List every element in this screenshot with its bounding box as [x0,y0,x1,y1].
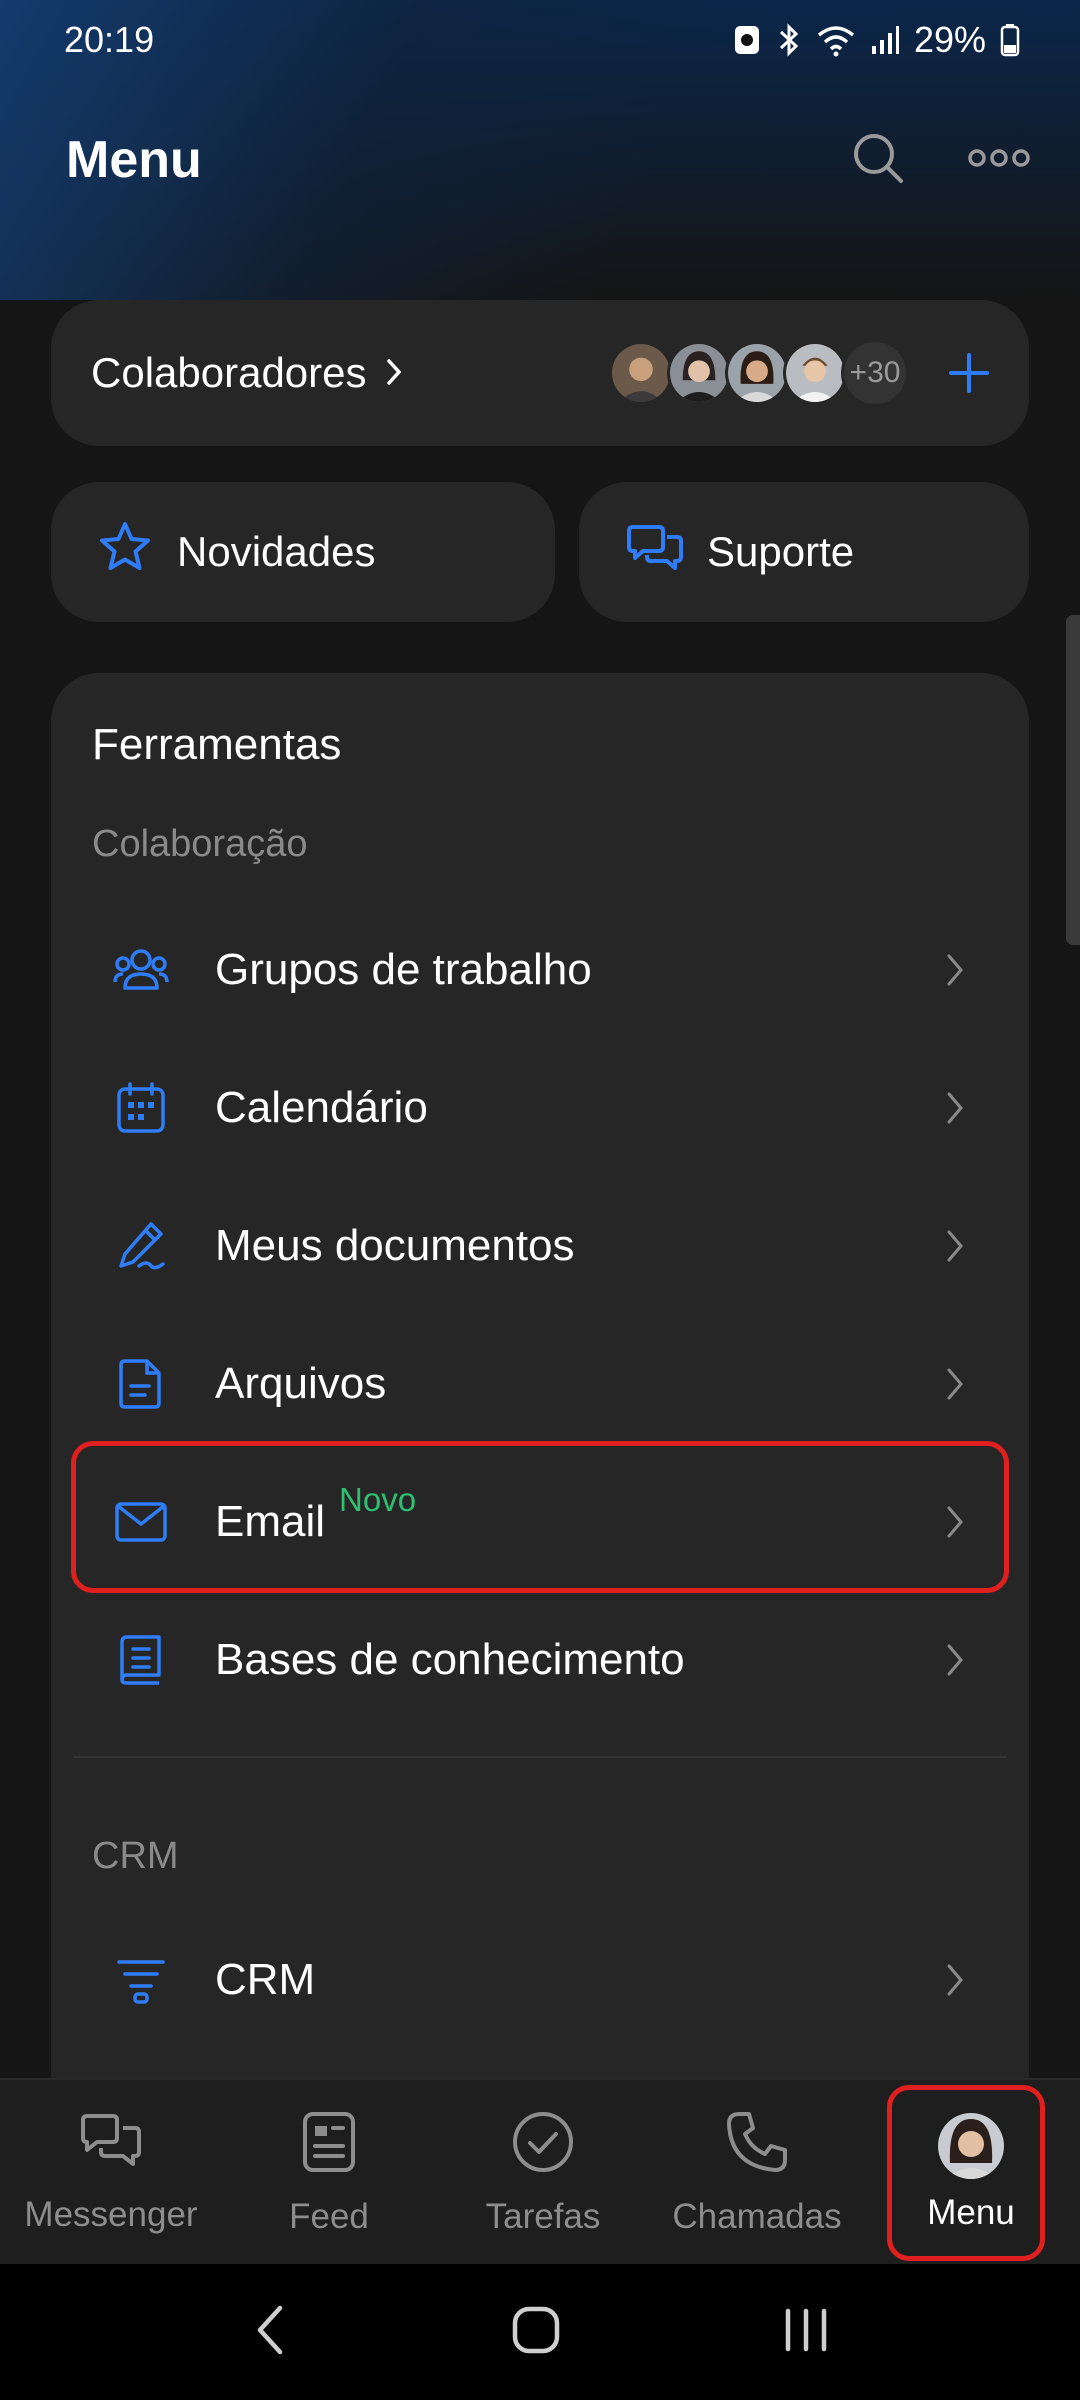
status-icons: 29% [732,19,1020,61]
chat-icon [79,2112,143,2181]
more-options-icon[interactable] [968,146,1030,175]
check-circle-icon [511,2110,575,2183]
menu-item-label: Calendário [215,1083,428,1132]
menu-item-label: Arquivos [215,1359,387,1408]
mail-icon [111,1492,171,1552]
nav-label: Messenger [24,2194,198,2234]
star-icon [97,519,153,585]
nav-feed[interactable]: Feed [222,2080,436,2266]
search-icon[interactable] [850,130,906,191]
chevron-right-icon [945,1642,965,1678]
chevron-right-icon [945,1504,965,1540]
avatar [609,341,673,405]
phone-icon [725,2110,789,2183]
chevron-right-icon [945,1090,965,1126]
nav-menu[interactable]: Menu [864,2080,1078,2266]
nav-tasks[interactable]: Tarefas [436,2080,650,2266]
recycle-icon [732,23,762,57]
nav-label: Feed [289,2196,369,2236]
collaborators-label: Colaboradores [91,349,367,396]
add-collaborator-button[interactable] [947,351,991,395]
bluetooth-icon [776,22,802,58]
section-divider [73,1756,1007,1758]
status-bar: 20:19 29% [0,0,1080,80]
plus-icon [949,353,989,393]
news-button[interactable]: Novidades [51,482,555,622]
collaborator-avatars[interactable]: +30 [609,339,909,407]
more-collaborators-count: +30 [841,339,909,407]
menu-item-calendar[interactable]: Calendário [71,1039,1009,1177]
tools-card: Ferramentas Colaboração Grupos de trabal… [51,673,1029,2133]
tools-title: Ferramentas [92,720,342,769]
battery-level: 29% [913,19,986,60]
book-icon [111,1630,171,1690]
page-header: Menu [0,110,1080,210]
chevron-right-icon [945,1366,965,1402]
collaborators-card[interactable]: Colaboradores +30 [51,300,1029,446]
back-icon[interactable] [250,2302,290,2363]
calendar-icon [111,1078,171,1138]
scrollbar[interactable] [1066,615,1080,945]
chevron-right-icon [385,349,403,397]
menu-item-label: Grupos de trabalho [215,945,592,994]
menu-item-label: CRM [215,1955,316,2004]
status-time: 20:19 [64,19,155,60]
support-label: Suporte [707,528,855,575]
page-title: Menu [66,131,202,189]
support-button[interactable]: Suporte [579,482,1029,622]
file-icon [111,1354,171,1414]
funnel-icon [111,1950,171,2010]
menu-item-label: Bases de conhecimento [215,1635,685,1684]
collaborators-link[interactable]: Colaboradores [91,349,403,397]
menu-item-my-documents[interactable]: Meus documentos [71,1177,1009,1315]
new-badge: Novo [339,1481,417,1518]
menu-item-label: Email [215,1497,326,1546]
menu-item-crm[interactable]: CRM [71,1911,1009,2049]
section-label-collaboration: Colaboração [92,823,308,865]
chevron-right-icon [945,1962,965,1998]
battery-icon [1000,23,1020,57]
avatar [667,341,731,405]
news-label: Novidades [177,528,376,575]
system-nav-bar [0,2264,1080,2400]
menu-item-workgroups[interactable]: Grupos de trabalho [71,901,1009,1039]
chevron-right-icon [945,952,965,988]
wifi-icon [816,23,856,57]
recent-apps-icon[interactable] [782,2305,830,2360]
nav-messenger[interactable]: Messenger [0,2080,222,2266]
pen-icon [111,1216,171,1276]
menu-item-knowledge-bases[interactable]: Bases de conhecimento [71,1591,1009,1729]
people-icon [111,940,171,1000]
chevron-right-icon [945,1228,965,1264]
menu-item-email[interactable]: Email Novo [71,1453,1009,1591]
section-label-crm: CRM [92,1835,179,1877]
feed-icon [299,2110,359,2183]
home-icon[interactable] [511,2305,561,2360]
menu-item-files[interactable]: Arquivos [71,1315,1009,1453]
nav-label: Tarefas [485,2196,601,2236]
header-actions [850,130,1030,191]
avatar [938,2113,1004,2179]
signal-icon [870,24,900,56]
nav-label: Menu [927,2193,1015,2232]
menu-item-label: Meus documentos [215,1221,575,1270]
avatar [783,341,847,405]
avatar [725,341,789,405]
nav-label: Chamadas [672,2196,842,2236]
chat-bubbles-icon [627,521,683,583]
nav-calls[interactable]: Chamadas [650,2080,864,2266]
bottom-nav: Messenger Feed Tarefas Chamadas Menu [0,2078,1080,2264]
